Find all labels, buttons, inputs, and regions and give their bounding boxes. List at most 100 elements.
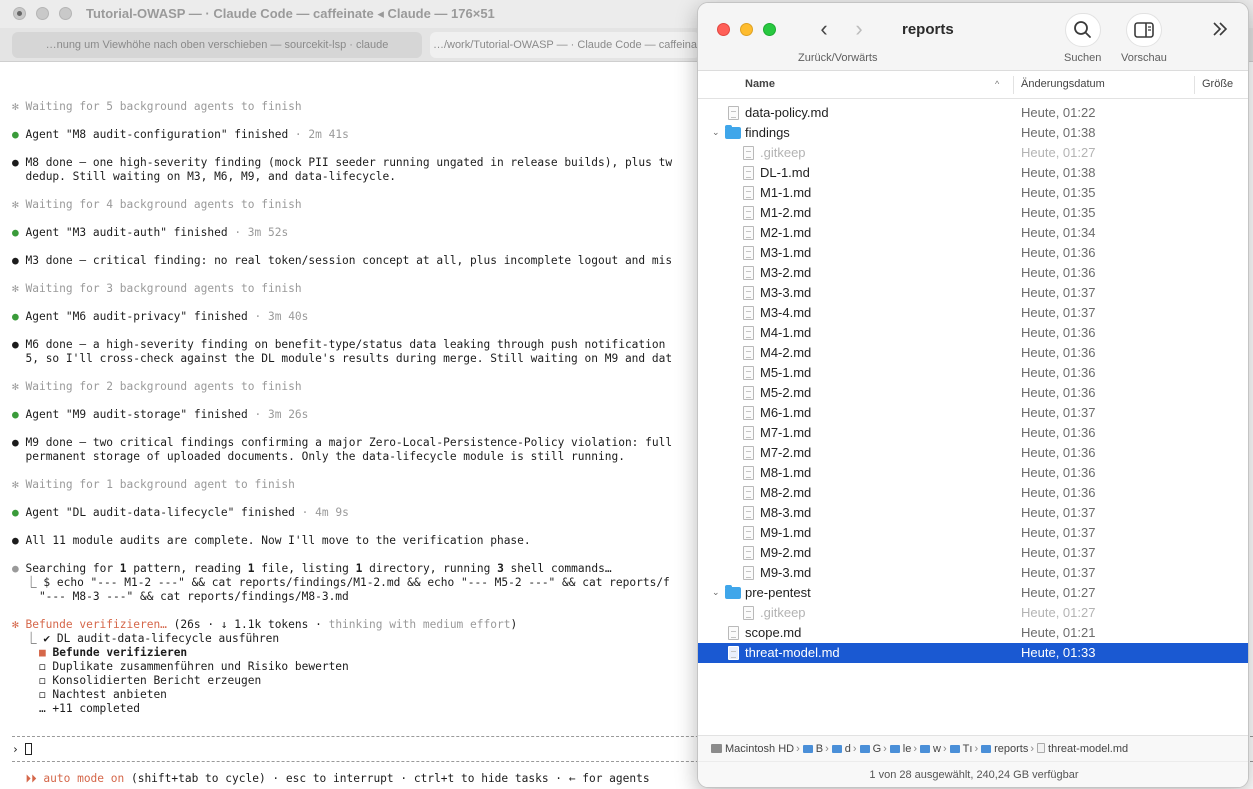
document-icon [743, 326, 754, 340]
item-name: M8-2.md [760, 485, 812, 500]
summary-text: M8 done — one high-severity finding (moc… [25, 156, 673, 169]
agent-name: Agent "M9 audit-storage" finished [25, 408, 248, 421]
text-cursor[interactable] [25, 743, 33, 755]
finder-minimize-button[interactable] [740, 23, 753, 36]
activity-count: 1 [247, 562, 255, 575]
document-icon [743, 446, 754, 460]
file-row[interactable]: M6-1.md Heute, 01:37 [698, 403, 1248, 423]
terminal-zoom-button[interactable] [59, 7, 72, 20]
file-row[interactable]: M3-2.md Heute, 01:36 [698, 263, 1248, 283]
item-date: Heute, 01:38 [1021, 125, 1096, 140]
forward-chevron-icon[interactable]: › [844, 15, 874, 45]
waiting-line: ✻ Waiting for 4 background agents to fin… [12, 198, 302, 211]
item-name: M8-3.md [760, 505, 812, 520]
summary-text: M3 done — critical finding: no real toke… [25, 254, 673, 267]
file-row[interactable]: M8-3.md Heute, 01:37 [698, 503, 1248, 523]
file-row[interactable]: M5-1.md Heute, 01:36 [698, 363, 1248, 383]
task-item-pending: ◻ Duplikate zusammenführen und Risiko be… [12, 660, 349, 673]
agent-summary-line: dedup. Still waiting on M3, M6, M9, and … [12, 170, 395, 184]
file-row[interactable]: DL-1.md Heute, 01:38 [698, 163, 1248, 183]
path-segment[interactable]: w [920, 743, 941, 755]
file-row[interactable]: M8-1.md Heute, 01:36 [698, 463, 1248, 483]
file-row[interactable]: M9-1.md Heute, 01:37 [698, 523, 1248, 543]
file-row[interactable]: M2-1.md Heute, 01:34 [698, 223, 1248, 243]
column-date[interactable]: Änderungsdatum [1021, 78, 1105, 90]
agent-finished-line: ● Agent "M6 audit-privacy" finished · 3m… [12, 310, 308, 324]
file-row[interactable]: M1-2.md Heute, 01:35 [698, 203, 1248, 223]
disclosure-chevron-icon[interactable]: ⌄ [712, 127, 720, 138]
preview-button[interactable] [1126, 13, 1162, 47]
column-name[interactable]: Name [745, 78, 775, 90]
file-row[interactable]: M9-2.md Heute, 01:37 [698, 543, 1248, 563]
finder-zoom-button[interactable] [763, 23, 776, 36]
file-row[interactable]: .gitkeep Heute, 01:27 [698, 603, 1248, 623]
item-date: Heute, 01:37 [1021, 525, 1096, 540]
path-segment[interactable]: le [889, 743, 911, 755]
terminal-minimize-button[interactable] [36, 7, 49, 20]
item-date: Heute, 01:35 [1021, 205, 1096, 220]
agent-summary-line: ● M3 done — critical finding: no real to… [12, 254, 673, 267]
file-row[interactable]: M9-3.md Heute, 01:37 [698, 563, 1248, 583]
file-row[interactable]: .gitkeep Heute, 01:27 [698, 143, 1248, 163]
path-chevron-icon: › [825, 743, 829, 755]
file-row[interactable]: threat-model.md Heute, 01:33 [698, 643, 1248, 663]
prompt-symbol: › [12, 743, 26, 756]
back-chevron-icon[interactable]: ‹ [809, 15, 839, 45]
waiting-line: ✻ Waiting for 2 background agents to fin… [12, 380, 302, 393]
search-button[interactable] [1065, 13, 1101, 47]
file-row[interactable]: M3-1.md Heute, 01:36 [698, 243, 1248, 263]
column-size[interactable]: Größe [1202, 78, 1233, 90]
path-segment[interactable]: Tı [949, 743, 972, 755]
file-row[interactable]: M4-1.md Heute, 01:36 [698, 323, 1248, 343]
prompt-line[interactable]: › [12, 743, 33, 757]
path-segment[interactable]: Macintosh HD [711, 743, 794, 755]
file-row[interactable]: M8-2.md Heute, 01:36 [698, 483, 1248, 503]
file-row[interactable]: M1-1.md Heute, 01:35 [698, 183, 1248, 203]
item-date: Heute, 01:27 [1021, 585, 1096, 600]
file-row[interactable]: scope.md Heute, 01:21 [698, 623, 1248, 643]
path-segment[interactable]: threat-model.md [1037, 743, 1128, 755]
more-toolbar-button[interactable] [1203, 13, 1239, 47]
file-row[interactable]: M3-3.md Heute, 01:37 [698, 283, 1248, 303]
file-row[interactable]: M3-4.md Heute, 01:37 [698, 303, 1248, 323]
waiting-line: ✻ Waiting for 5 background agents to fin… [12, 100, 302, 113]
item-name: M7-2.md [760, 445, 812, 460]
agent-name: Agent "M3 audit-auth" finished [25, 226, 228, 239]
status-spinner-text: ✻ Befunde verifizieren… [12, 618, 174, 631]
document-icon [743, 226, 754, 240]
column-divider[interactable] [1194, 76, 1195, 94]
item-date: Heute, 01:36 [1021, 445, 1096, 460]
path-chevron-icon: › [852, 743, 857, 755]
auto-mode-indicator[interactable]: ⏵⏵ auto mode on [25, 772, 124, 785]
status-thinking: thinking with medium effort [328, 618, 511, 631]
terminal-tab-sourcekit[interactable]: …nung um Viewhöhe nach oben verschieben … [12, 32, 422, 58]
file-row[interactable]: M4-2.md Heute, 01:36 [698, 343, 1248, 363]
file-row[interactable]: M7-1.md Heute, 01:36 [698, 423, 1248, 443]
path-segment[interactable]: G [859, 743, 881, 755]
document-icon [743, 146, 754, 160]
path-segment[interactable]: reports [981, 743, 1028, 755]
sort-ascending-icon: ^ [995, 79, 1000, 89]
terminal-title: Tutorial-OWASP — · Claude Code — caffein… [86, 6, 495, 21]
file-row[interactable]: data-policy.md Heute, 01:22 [698, 103, 1248, 123]
item-name: M5-1.md [760, 365, 812, 380]
folder-icon [859, 745, 870, 753]
terminal-tab-claude[interactable]: …/work/Tutorial-OWASP — · Claude Code — … [430, 32, 700, 58]
file-row[interactable]: M7-2.md Heute, 01:36 [698, 443, 1248, 463]
agent-summary-line: 5, so I'll cross-check against the DL mo… [12, 352, 672, 366]
path-segment[interactable]: d [831, 743, 851, 755]
window-title: reports [902, 21, 954, 38]
disclosure-chevron-icon[interactable]: ⌄ [712, 587, 720, 598]
item-date: Heute, 01:22 [1021, 105, 1096, 120]
document-icon [743, 526, 754, 540]
document-icon [743, 406, 754, 420]
item-name: M7-1.md [760, 425, 812, 440]
file-row[interactable]: M5-2.md Heute, 01:36 [698, 383, 1248, 403]
finder-close-button[interactable] [717, 23, 730, 36]
folder-row[interactable]: ⌄ findings Heute, 01:38 [698, 123, 1248, 143]
item-date: Heute, 01:38 [1021, 165, 1096, 180]
terminal-close-button[interactable] [13, 7, 26, 20]
path-segment[interactable]: B [802, 743, 823, 755]
column-divider[interactable] [1013, 76, 1014, 94]
folder-row[interactable]: ⌄ pre-pentest Heute, 01:27 [698, 583, 1248, 603]
